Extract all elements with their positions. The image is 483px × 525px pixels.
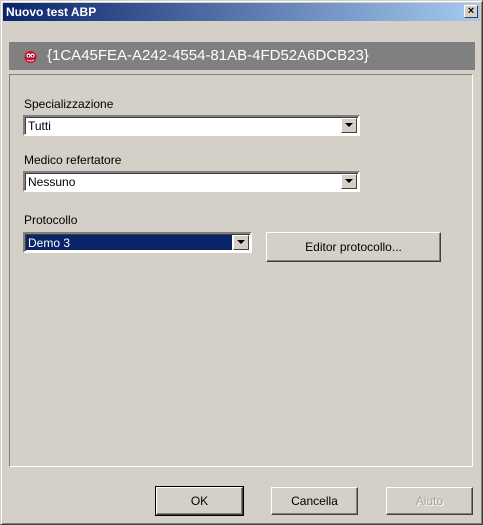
form-panel: Specializzazione Tutti Medico refertator… [9, 74, 473, 467]
cancel-button[interactable]: Cancella [271, 487, 358, 515]
help-button[interactable]: Aiuto [386, 487, 473, 515]
protocollo-select[interactable]: Demo 3 [23, 232, 252, 253]
ok-button[interactable]: OK [155, 486, 244, 516]
editor-protocollo-label: Editor protocollo... [305, 240, 402, 254]
ok-label: OK [190, 494, 209, 508]
specializzazione-value: Tutti [28, 119, 51, 133]
chevron-down-icon [345, 179, 353, 183]
medico-select[interactable]: Nessuno [23, 171, 360, 192]
editor-protocollo-button[interactable]: Editor protocollo... [266, 232, 441, 262]
specializzazione-label: Specializzazione [24, 97, 114, 111]
header-band: {1CA45FEA-A242-4554-81AB-4FD52A6DCB23} [9, 42, 475, 70]
protocollo-value: Demo 3 [28, 236, 71, 250]
close-button[interactable]: × [464, 5, 478, 18]
title-bar[interactable]: Nuovo test ABP × [3, 3, 480, 21]
window-title: Nuovo test ABP [6, 5, 97, 19]
specializzazione-select[interactable]: Tutti [23, 115, 360, 136]
medico-label: Medico refertatore [24, 153, 122, 167]
protocollo-label: Protocollo [24, 213, 78, 227]
medico-dropdown-button[interactable] [341, 174, 357, 189]
red-mascot-icon [24, 51, 37, 63]
protocollo-dropdown-button[interactable] [233, 235, 249, 250]
specializzazione-dropdown-button[interactable] [341, 118, 357, 133]
chevron-down-icon [237, 240, 245, 244]
medico-value: Nessuno [28, 175, 76, 189]
cancel-label: Cancella [291, 494, 338, 508]
help-label: Aiuto [415, 494, 444, 508]
dialog-window: Nuovo test ABP × {1CA45FEA-A242-4554-81A… [0, 0, 483, 525]
guid-label: {1CA45FEA-A242-4554-81AB-4FD52A6DCB23} [47, 47, 369, 64]
chevron-down-icon [345, 123, 353, 127]
